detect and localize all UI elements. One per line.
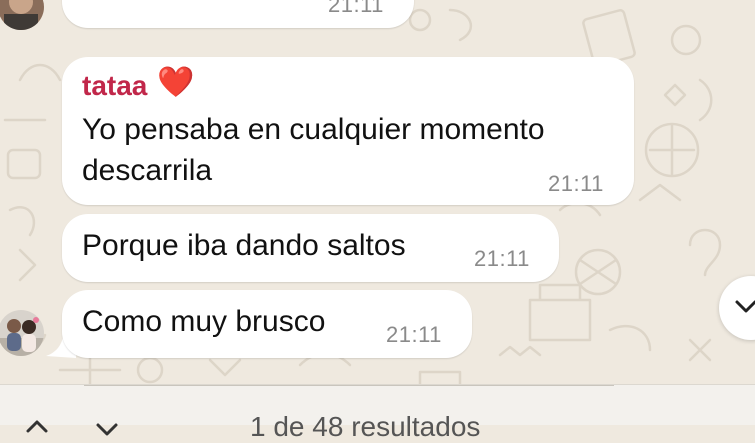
message-time: 21:11 xyxy=(474,246,530,271)
message-bubble[interactable]: Si si 21:11 xyxy=(62,0,414,28)
divider xyxy=(84,385,614,386)
message-text: Porque iba dando saltos xyxy=(82,229,406,262)
chevron-up-icon[interactable] xyxy=(22,413,52,443)
message-bubble[interactable]: Porque iba dando saltos 21:11 xyxy=(62,214,559,282)
message-text: Como muy brusco xyxy=(82,305,326,338)
chevron-down-icon xyxy=(735,300,755,313)
chevron-down-icon[interactable] xyxy=(92,413,122,443)
message-text-line: Yo pensaba en cualquier momento xyxy=(82,113,545,146)
search-results-bar: 1 de 48 resultados xyxy=(0,384,755,442)
message-time: 21:11 xyxy=(386,322,442,347)
sender-name: tataa xyxy=(82,70,148,101)
message-time: 21:11 xyxy=(548,171,604,196)
message-time: 21:11 xyxy=(328,0,384,17)
message-bubble[interactable]: Como muy brusco 21:11 xyxy=(62,290,472,358)
heart-icon: ❤️ xyxy=(157,66,195,99)
scroll-down-button[interactable] xyxy=(719,276,755,340)
message-text: Si si xyxy=(82,0,139,12)
message-text-line: descarrila xyxy=(82,154,213,187)
sender-avatar[interactable] xyxy=(0,310,44,356)
results-count: 1 de 48 resultados xyxy=(250,411,481,442)
message-bubble[interactable]: tataa ❤️ Yo pensaba en cualquier momento… xyxy=(62,57,634,205)
